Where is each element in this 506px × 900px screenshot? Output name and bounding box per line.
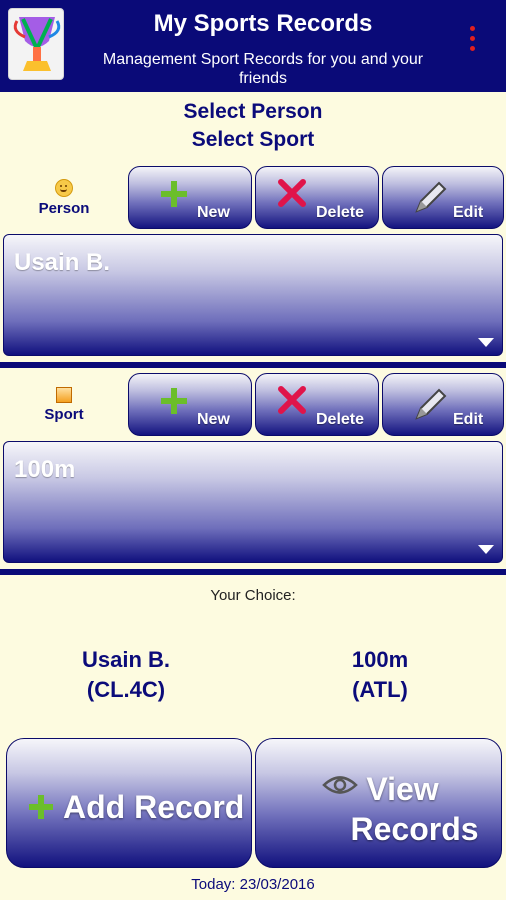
dropdown-caret-icon: [478, 545, 494, 554]
sport-delete-label: Delete: [316, 411, 365, 428]
view-records-label: View Records: [256, 769, 503, 849]
person-new-button[interactable]: New: [128, 166, 252, 229]
your-choice-caption: Your Choice:: [210, 587, 296, 604]
person-dropdown[interactable]: Usain B.: [3, 234, 503, 356]
smiley-icon: [55, 179, 73, 197]
delete-x-icon: [278, 386, 306, 414]
choice-sport: 100m (ATL): [274, 645, 486, 705]
person-delete-button[interactable]: Delete: [255, 166, 379, 229]
choice-sport-name: 100m: [351, 647, 409, 672]
person-new-label: New: [197, 204, 230, 221]
view-records-text: View Records: [350, 771, 479, 847]
today-date: Today: 23/03/2016: [191, 876, 315, 893]
section-divider: [0, 362, 506, 368]
delete-x-icon: [278, 179, 306, 207]
sport-edit-button[interactable]: Edit: [382, 373, 504, 436]
sport-flag-icon: [56, 387, 72, 403]
sport-delete-button[interactable]: Delete: [255, 373, 379, 436]
sport-label-block: Sport: [8, 384, 120, 430]
pencil-icon: [415, 181, 447, 213]
overflow-menu-icon[interactable]: [462, 22, 482, 56]
sport-label: Sport: [44, 406, 84, 423]
sport-new-button[interactable]: New: [128, 373, 252, 436]
plus-icon: [161, 388, 187, 414]
select-sport-title: Select Sport: [191, 128, 315, 151]
trophy-app-icon[interactable]: [8, 8, 64, 80]
choice-person-code: (CL.4C): [86, 677, 166, 702]
app-subtitle: Management Sport Records for you and you…: [102, 51, 424, 87]
choice-sport-code: (ATL): [352, 677, 408, 702]
person-selected-value: Usain B.: [14, 249, 111, 276]
person-label-block: Person: [8, 176, 120, 222]
sport-selected-value: 100m: [14, 456, 76, 483]
section-divider: [0, 569, 506, 575]
plus-icon: [29, 795, 53, 819]
add-record-button[interactable]: Add Record: [6, 738, 252, 868]
view-records-button[interactable]: View Records: [255, 738, 502, 868]
choice-person: Usain B. (CL.4C): [20, 645, 232, 705]
choice-person-name: Usain B.: [81, 647, 171, 672]
select-person-title: Select Person: [183, 100, 323, 123]
person-edit-label: Edit: [453, 204, 484, 221]
sport-new-label: New: [197, 411, 230, 428]
person-label: Person: [38, 200, 90, 217]
person-delete-label: Delete: [316, 204, 365, 221]
sport-dropdown[interactable]: 100m: [3, 441, 503, 563]
sport-edit-label: Edit: [453, 411, 484, 428]
plus-icon: [161, 181, 187, 207]
person-edit-button[interactable]: Edit: [382, 166, 504, 229]
app-title: My Sports Records: [153, 10, 373, 37]
dropdown-caret-icon: [478, 338, 494, 347]
add-record-label: Add Record: [63, 789, 245, 825]
pencil-icon: [415, 388, 447, 420]
